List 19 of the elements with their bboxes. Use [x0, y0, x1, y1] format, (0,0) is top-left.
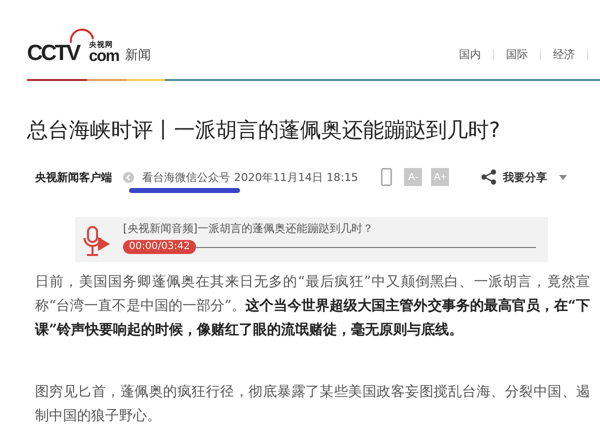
- share-icon[interactable]: [481, 169, 498, 185]
- caret-icon[interactable]: [559, 174, 568, 180]
- publish-date: 2020年11月14日 18:15: [234, 170, 358, 184]
- article-paragraph: 图穷见匕首，蓬佩奥的疯狂行径，彻底暴露了某些美国政客妄图搅乱台海、分裂中国、遏制中国的狼子野心。: [35, 383, 590, 426]
- microphone-play-icon[interactable]: [83, 226, 111, 258]
- audio-title: [央视新闻音频]一派胡言的蓬佩奥还能蹦跶到几时？: [123, 222, 375, 236]
- phone-icon[interactable]: [381, 168, 392, 186]
- logo-section: 新闻: [124, 48, 151, 64]
- article-paragraph: 日前，美国国务卿蓬佩奥在其来日无多的“最后疯狂”中又颠倒黑白、一派胡言，竟然宣称“台湾一直不是中国的一部分”。这个当今世界超级大国主管外交事务的最高官员，在“下课”铃声快要响起的时候，像赌红了眼的流氓赌徒，毫无原则与底线。: [35, 273, 590, 340]
- logo-domain: com: [88, 49, 119, 64]
- source-name: 央视新闻客户端: [35, 170, 112, 184]
- nav-link[interactable]: 经济: [553, 47, 575, 62]
- time-indicator[interactable]: 00:00/03:42: [123, 240, 196, 254]
- nav-link[interactable]: 国际: [506, 47, 528, 62]
- article-title: 总台海峡时评丨一派胡言的蓬佩奥还能蹦跶到几时?: [27, 117, 502, 144]
- origin-text: 看台海微信公众号: [142, 170, 230, 184]
- share-link[interactable]: 我要分享: [503, 170, 548, 184]
- logo-mark: CCTV: [27, 42, 79, 64]
- nav-link[interactable]: 国内: [459, 47, 481, 62]
